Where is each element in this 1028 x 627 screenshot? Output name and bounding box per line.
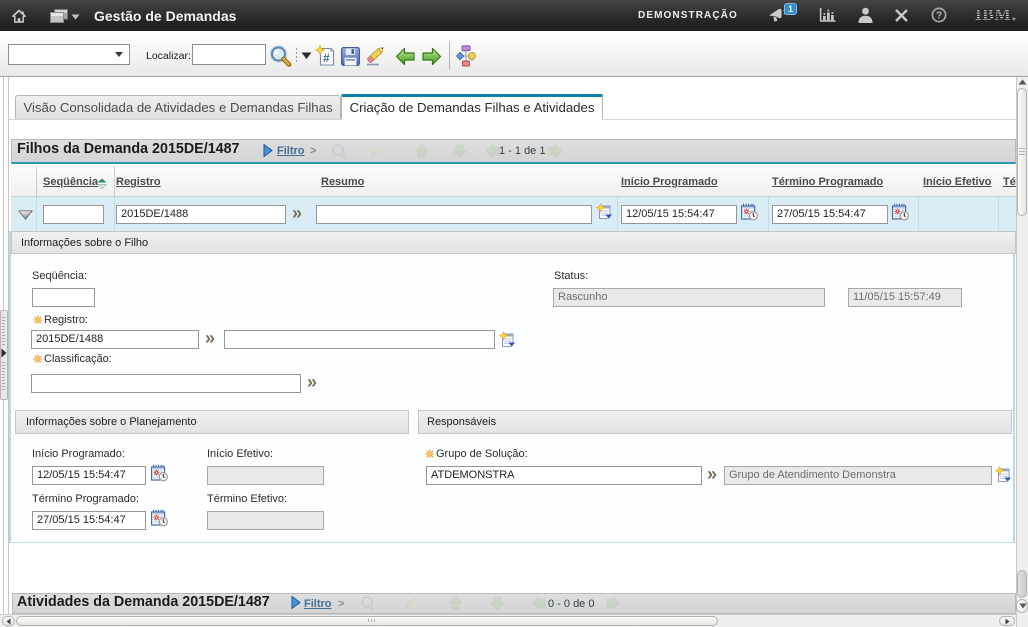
svg-text:#: # xyxy=(323,51,330,65)
svg-text:?: ? xyxy=(936,11,942,22)
